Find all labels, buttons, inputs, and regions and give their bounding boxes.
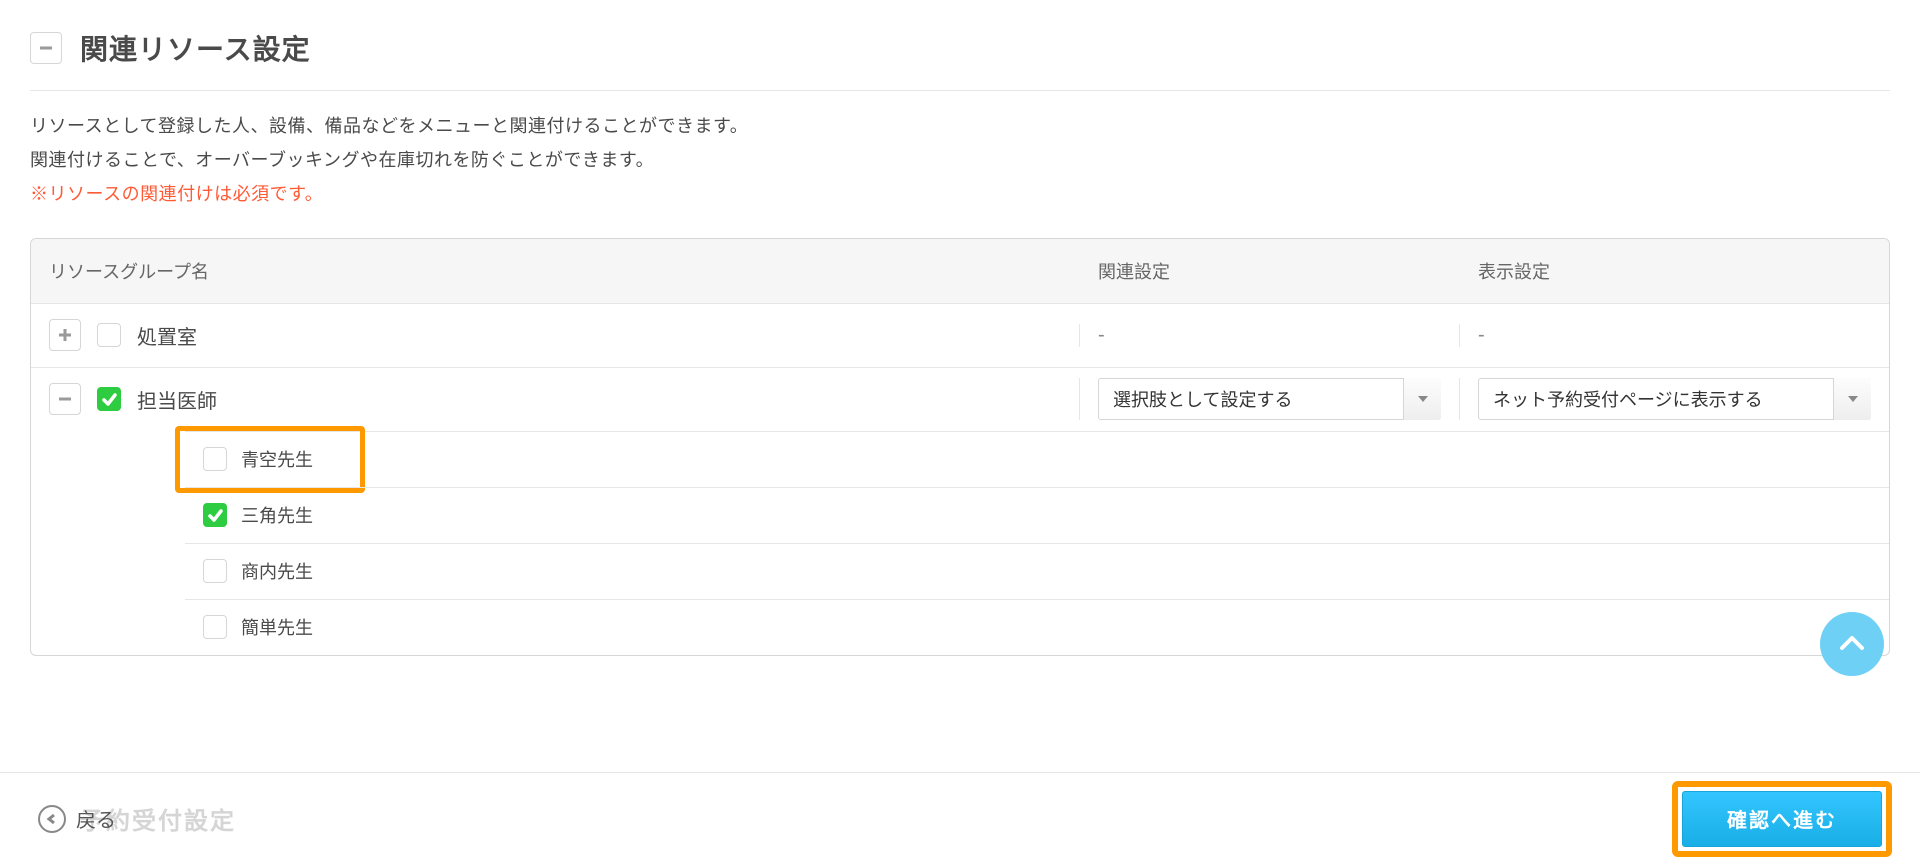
row-doctor-checkbox[interactable]: [97, 387, 121, 411]
table-header-row: リソースグループ名 関連設定 表示設定: [31, 239, 1889, 303]
resource-row-doctor: 担当医師 選択肢として設定する ネット予約受付ページに表示する: [31, 367, 1889, 431]
doctor-child-2-checkbox[interactable]: [203, 559, 227, 583]
row-room-related: -: [1098, 324, 1105, 347]
doctor-child-1-label: 三角先生: [241, 502, 313, 528]
row-doctor-label: 担当医師: [137, 385, 217, 414]
row-doctor-related-value: 選択肢として設定する: [1113, 386, 1292, 412]
collapse-section-button[interactable]: [30, 32, 62, 64]
plus-icon: [56, 326, 74, 344]
caret-down-icon: [1416, 392, 1430, 406]
doctor-child-3-label: 簡単先生: [241, 614, 313, 640]
resource-row-room: 処置室 - -: [31, 303, 1889, 367]
expand-row-room-button[interactable]: [49, 319, 81, 351]
proceed-label: 確認へ進む: [1727, 804, 1837, 833]
back-arrow-icon: [38, 805, 66, 833]
minus-icon: [56, 390, 74, 408]
back-label: 戻る: [76, 804, 116, 833]
doctor-child-2-label: 商内先生: [241, 558, 313, 584]
header-related: 関連設定: [1098, 258, 1170, 284]
resource-table: リソースグループ名 関連設定 表示設定 処置室: [30, 238, 1890, 656]
doctor-child-0-checkbox[interactable]: [203, 447, 227, 471]
doctor-child-3: 簡単先生: [185, 599, 1889, 655]
row-doctor-related-select[interactable]: 選択肢として設定する: [1098, 378, 1441, 420]
row-doctor-display-value: ネット予約受付ページに表示する: [1493, 386, 1763, 412]
row-room-display: -: [1478, 324, 1485, 347]
desc-line-2: 関連付けることで、オーバーブッキングや在庫切れを防ぐことができます。: [30, 143, 1890, 177]
scroll-to-top-button[interactable]: [1820, 612, 1884, 676]
chevron-up-icon: [1838, 630, 1866, 658]
select-arrow-button[interactable]: [1403, 378, 1441, 420]
section-description: リソースとして登録した人、設備、備品などをメニューと関連付けることができます。 …: [30, 91, 1890, 238]
section-title: 関連リソース設定: [80, 28, 311, 68]
doctor-children: 青空先生 三角先生 商内先生 簡単先生: [31, 431, 1889, 655]
header-display: 表示設定: [1478, 258, 1550, 284]
select-arrow-button[interactable]: [1833, 378, 1871, 420]
desc-required: ※リソースの関連付けは必須です。: [30, 177, 1890, 211]
bottom-bar: 予約受付設定 戻る 確認へ進む: [0, 772, 1920, 864]
proceed-button[interactable]: 確認へ進む: [1682, 791, 1882, 847]
caret-down-icon: [1846, 392, 1860, 406]
doctor-child-0-label: 青空先生: [241, 446, 313, 472]
section-header: 関連リソース設定: [30, 28, 1890, 91]
collapse-row-doctor-button[interactable]: [49, 383, 81, 415]
doctor-child-3-checkbox[interactable]: [203, 615, 227, 639]
doctor-child-1: 三角先生: [185, 487, 1889, 543]
row-room-label: 処置室: [137, 321, 197, 350]
doctor-child-1-checkbox[interactable]: [203, 503, 227, 527]
back-button[interactable]: 戻る: [38, 804, 116, 833]
doctor-child-0: 青空先生: [185, 431, 1889, 487]
row-doctor-display-select[interactable]: ネット予約受付ページに表示する: [1478, 378, 1871, 420]
desc-line-1: リソースとして登録した人、設備、備品などをメニューと関連付けることができます。: [30, 109, 1890, 143]
minus-icon: [37, 39, 55, 57]
header-name: リソースグループ名: [49, 258, 209, 284]
doctor-child-2: 商内先生: [185, 543, 1889, 599]
row-room-checkbox[interactable]: [97, 323, 121, 347]
primary-wrap: 確認へ進む: [1682, 791, 1882, 847]
